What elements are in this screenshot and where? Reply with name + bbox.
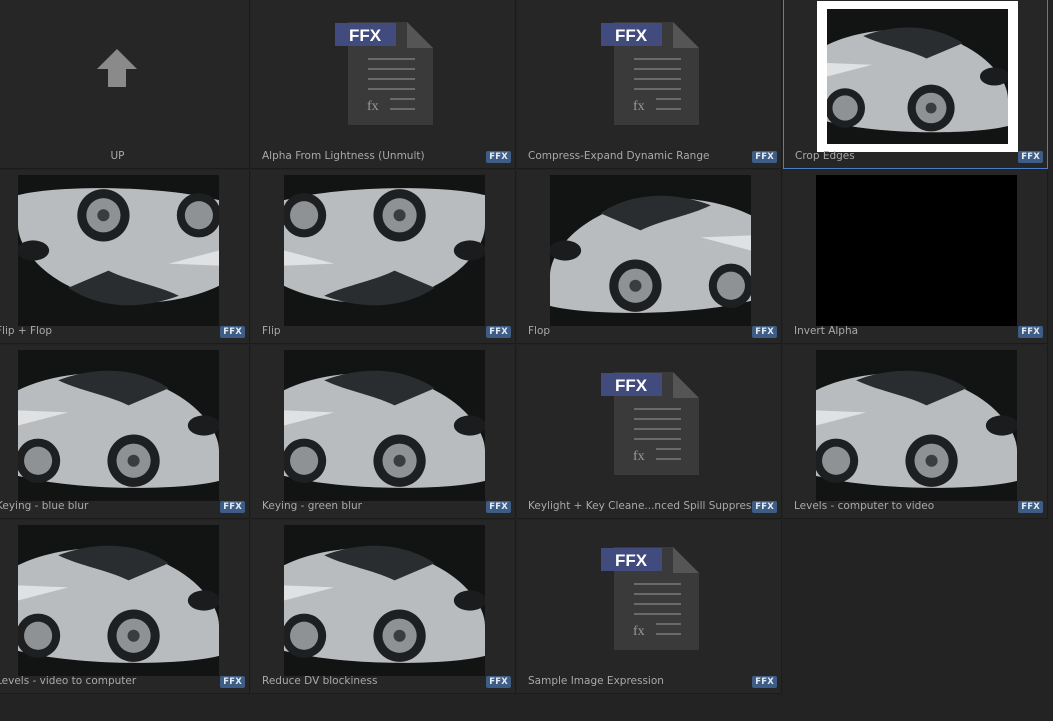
preset-label: Flip [262, 325, 281, 337]
preset-item[interactable]: FFX fx Alpha From Lightness (Unmult) FFX [251, 0, 516, 169]
preset-label: UP [110, 150, 125, 162]
car-image [284, 525, 485, 676]
ffx-file-icon: FFX fx [601, 547, 699, 650]
preset-label: Alpha From Lightness (Unmult) [262, 150, 425, 162]
preset-thumbnail [816, 175, 1017, 326]
preset-thumbnail [18, 175, 219, 326]
ffx-file-icon: FFX fx [601, 372, 699, 475]
preset-label: Keying - blue blur [0, 500, 89, 512]
preset-label: Flop [528, 325, 551, 337]
car-image [827, 9, 1008, 144]
preset-item[interactable]: Flop FFX [517, 170, 782, 344]
ffx-badge: FFX [1018, 326, 1043, 338]
ffx-badge: FFX [220, 326, 245, 338]
ffx-badge: FFX [486, 501, 511, 513]
ffx-badge: FFX [486, 326, 511, 338]
preset-item[interactable]: Reduce DV blockiness FFX [251, 520, 516, 694]
doc-header-text: FFX [615, 26, 648, 45]
preset-item[interactable]: Levels - video to computer FFX [0, 520, 250, 694]
preset-label: Keying - green blur [262, 500, 362, 512]
doc-header-text: FFX [615, 376, 648, 395]
car-image [284, 350, 485, 501]
car-image [18, 525, 219, 676]
preset-thumbnail [284, 525, 485, 676]
preset-item[interactable]: Flip FFX [251, 170, 516, 344]
ffx-badge: FFX [752, 326, 777, 338]
preset-label: Crop Edges [795, 150, 855, 162]
car-image [18, 175, 219, 326]
preset-thumbnail [817, 1, 1018, 152]
car-image [550, 175, 751, 326]
preset-label: Sample Image Expression [528, 675, 664, 687]
preset-label: Keylight + Key Cleane...nced Spill Suppr… [528, 500, 768, 512]
car-image [18, 350, 219, 501]
preset-item[interactable]: Keying - green blur FFX [251, 345, 516, 519]
doc-header-text: FFX [349, 26, 382, 45]
preset-label: Compress-Expand Dynamic Range [528, 150, 710, 162]
ffx-badge: FFX [752, 151, 777, 163]
ffx-badge: FFX [486, 151, 511, 163]
preset-thumbnail [816, 350, 1017, 501]
preset-item[interactable]: Levels - computer to video FFX [783, 345, 1048, 519]
preset-item-up[interactable]: UP [0, 0, 250, 169]
doc-glyph-text: fx [633, 624, 645, 639]
preset-thumbnail [18, 525, 219, 676]
ffx-badge: FFX [752, 676, 777, 688]
car-image [284, 175, 485, 326]
ffx-file-icon: FFX fx [335, 22, 433, 125]
ffx-badge: FFX [220, 676, 245, 688]
ffx-badge: FFX [220, 501, 245, 513]
preset-label: Invert Alpha [794, 325, 859, 337]
doc-header-text: FFX [615, 551, 648, 570]
preset-thumbnail [18, 350, 219, 501]
up-arrow-icon [97, 49, 137, 87]
preset-thumbnail [284, 175, 485, 326]
doc-glyph-text: fx [367, 99, 379, 114]
ffx-badge: FFX [1018, 151, 1043, 163]
preset-item[interactable]: FFX fx Keylight + Key Cleane...nced Spil… [517, 345, 782, 519]
ffx-badge: FFX [486, 676, 511, 688]
ffx-badge: FFX [752, 501, 777, 513]
preset-item[interactable]: FFX fx Sample Image Expression FFX [517, 520, 782, 694]
preset-label: Levels - video to computer [0, 675, 137, 687]
preset-item[interactable]: Invert Alpha FFX [783, 170, 1048, 344]
doc-glyph-text: fx [633, 99, 645, 114]
preset-item-selected[interactable]: Crop Edges FFX [783, 0, 1048, 169]
preset-label: Reduce DV blockiness [262, 675, 378, 687]
preset-label: Flip + Flop [0, 325, 53, 337]
preset-label: Levels - computer to video [794, 500, 935, 512]
preset-item[interactable]: Flip + Flop FFX [0, 170, 250, 344]
ffx-badge: FFX [1018, 501, 1043, 513]
car-image [816, 350, 1017, 501]
preset-item[interactable]: FFX fx Compress-Expand Dynamic Range FFX [517, 0, 782, 169]
ffx-file-icon: FFX fx [601, 22, 699, 125]
preset-thumbnail [284, 350, 485, 501]
doc-glyph-text: fx [633, 449, 645, 464]
preset-item[interactable]: Keying - blue blur FFX [0, 345, 250, 519]
preset-thumbnail [550, 175, 751, 326]
